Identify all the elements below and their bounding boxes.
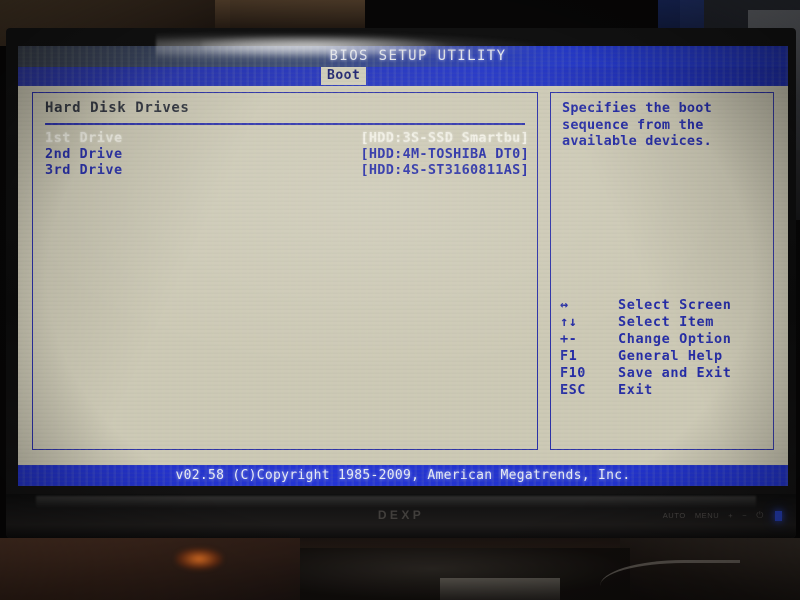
monitor: BIOS SETUP UTILITY Boot Hard Disk Drives… [6, 28, 796, 538]
bios-screen: BIOS SETUP UTILITY Boot Hard Disk Drives… [18, 46, 788, 486]
bios-title-bar: BIOS SETUP UTILITY [18, 46, 788, 67]
bios-tab-bar: Boot [18, 67, 788, 86]
bios-body: Hard Disk Drives 1st Drive [HDD:3S-SSD Sm… [18, 86, 788, 465]
plus-button[interactable]: + [728, 511, 733, 520]
key-legend-key: +- [560, 331, 578, 347]
key-legend-key: ↑↓ [560, 314, 578, 330]
section-heading: Hard Disk Drives [45, 100, 190, 116]
key-legend-key: F1 [560, 348, 578, 364]
tab-boot[interactable]: Boot [321, 67, 367, 85]
key-legend-row: ↑↓ Select Item [560, 314, 770, 331]
key-legend-action: Select Item [618, 314, 715, 330]
key-legend-action: General Help [618, 348, 723, 364]
key-legend-action: Change Option [618, 331, 732, 347]
bios-footer: v02.58 (C)Copyright 1985-2009, American … [18, 465, 788, 486]
key-legend-key: ESC [560, 382, 586, 398]
drive-label: 2nd Drive [45, 146, 123, 162]
key-legend: ↔ Select Screen ↑↓ Select Item +- Change Opti… [560, 297, 770, 399]
drive-value[interactable]: [HDD:4S-ST3160811AS] [360, 162, 529, 178]
desk-surface-left [0, 538, 300, 600]
section-divider [45, 123, 525, 125]
drive-row[interactable]: 2nd Drive [HDD:4M-TOSHIBA DT0] [33, 146, 537, 162]
key-legend-row: +- Change Option [560, 331, 770, 348]
drive-value[interactable]: [HDD:3S-SSD Smartbu] [360, 130, 529, 146]
key-legend-key: ↔ [560, 297, 569, 313]
drive-value[interactable]: [HDD:4M-TOSHIBA DT0] [360, 146, 529, 162]
bezel-sheen [36, 496, 756, 508]
help-panel: Specifies the boot sequence from the ava… [550, 92, 774, 450]
key-legend-row: F1 General Help [560, 348, 770, 365]
drive-list: 1st Drive [HDD:3S-SSD Smartbu] 2nd Drive [H… [33, 130, 537, 178]
key-legend-action: Select Screen [618, 297, 732, 313]
hard-disk-drives-panel: Hard Disk Drives 1st Drive [HDD:3S-SSD Sm… [32, 92, 538, 450]
page-title: BIOS SETUP UTILITY [329, 48, 507, 64]
power-icon[interactable]: ⏻ [756, 510, 764, 521]
help-description: Specifies the boot sequence from the ava… [562, 100, 712, 149]
drive-label: 3rd Drive [45, 162, 123, 178]
key-legend-action: Exit [618, 382, 653, 398]
key-legend-row: ↔ Select Screen [560, 297, 770, 314]
menu-button[interactable]: MENU [695, 511, 719, 520]
key-legend-row: ESC Exit [560, 382, 770, 399]
key-legend-row: F10 Save and Exit [560, 365, 770, 382]
monitor-bezel-bottom: DEXP AUTO MENU + − ⏻ [6, 494, 796, 538]
power-led [775, 510, 782, 521]
desk-indicator-glow [175, 548, 223, 570]
drive-label: 1st Drive [45, 130, 123, 146]
key-legend-action: Save and Exit [618, 365, 732, 381]
monitor-osd-buttons[interactable]: AUTO MENU + − ⏻ [663, 510, 782, 521]
photo-scene: BIOS SETUP UTILITY Boot Hard Disk Drives… [0, 0, 800, 600]
key-legend-key: F10 [560, 365, 586, 381]
minus-button[interactable]: − [742, 511, 747, 520]
drive-row[interactable]: 3rd Drive [HDD:4S-ST3160811AS] [33, 162, 537, 178]
room-background-top [215, 0, 365, 30]
desk-object-pale [440, 578, 560, 600]
auto-button[interactable]: AUTO [663, 511, 686, 520]
drive-row[interactable]: 1st Drive [HDD:3S-SSD Smartbu] [33, 130, 537, 146]
